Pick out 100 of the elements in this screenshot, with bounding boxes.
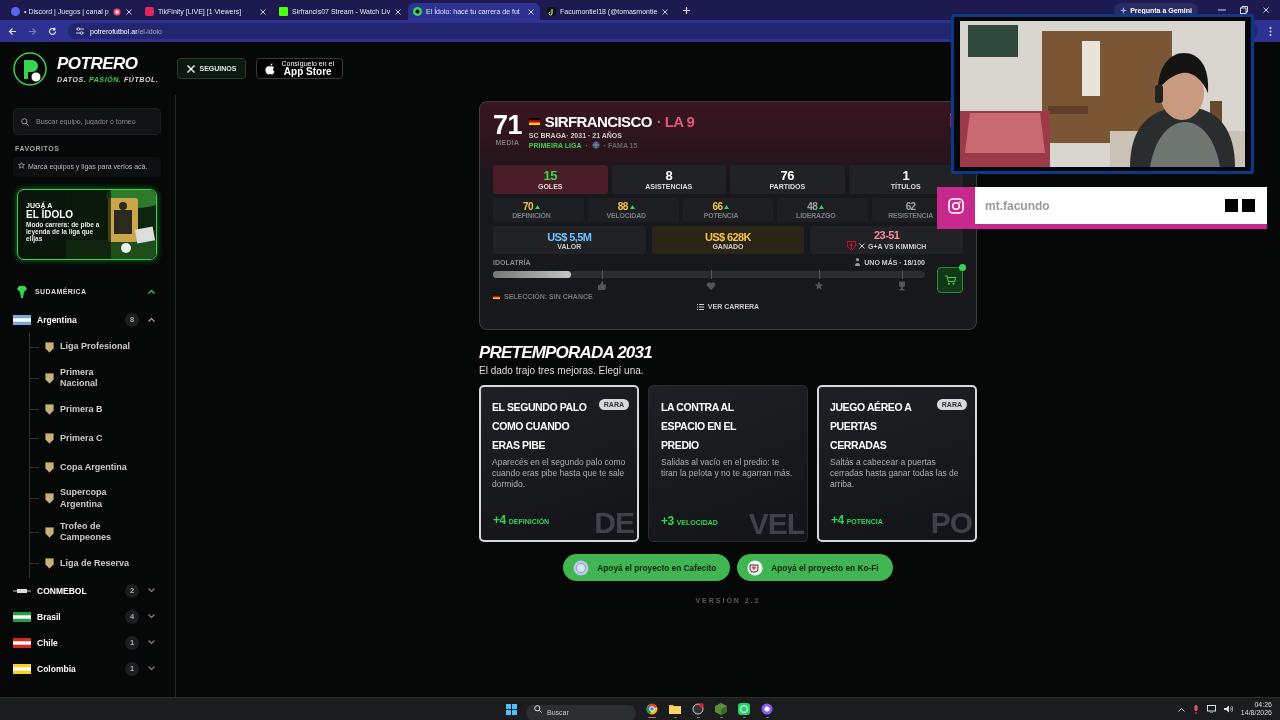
upgrade-description: Salidas al vacío en el predio: te tiran la pelota y no te agarran más.: [661, 457, 794, 479]
shield-icon: [45, 373, 54, 384]
finance-value: US$ 628K: [705, 230, 751, 243]
attribute-value: 66: [712, 201, 723, 212]
club-crest-icon: [847, 241, 856, 251]
league-name[interactable]: Trofeo de Campeones: [60, 520, 132, 544]
league-name[interactable]: Primera C: [60, 432, 132, 445]
apple-icon: [265, 62, 276, 75]
list-icon: [696, 303, 704, 310]
close-icon[interactable]: [661, 7, 670, 16]
close-icon[interactable]: [394, 7, 403, 16]
shield-icon: [45, 341, 54, 353]
favicon-icon: [413, 7, 422, 16]
flag-icon: [13, 663, 31, 674]
support-button[interactable]: Apoyá el proyecto en Cafecito: [563, 554, 731, 581]
shield-icon: [45, 404, 54, 416]
shield-icon: [45, 462, 54, 474]
close-icon[interactable]: [527, 7, 535, 16]
site-settings-icon[interactable]: [76, 27, 84, 35]
league-name[interactable]: Liga Profesional: [60, 341, 132, 354]
coffee-cup-icon: [747, 559, 764, 576]
country-name[interactable]: Chile: [37, 637, 119, 648]
close-icon[interactable]: [259, 7, 267, 16]
restore-icon[interactable]: [1240, 6, 1248, 14]
microphone-icon[interactable]: [1192, 704, 1199, 714]
shield-icon: [45, 557, 54, 569]
star-icon: [18, 162, 25, 169]
speaker-icon[interactable]: [1223, 705, 1233, 713]
league-name[interactable]: Supercopa Argentina: [60, 487, 132, 511]
attribute-value: 88: [617, 201, 628, 212]
chevron-icon[interactable]: [148, 317, 155, 323]
rating-value: 71: [493, 111, 522, 139]
league-name[interactable]: Primera B: [60, 403, 132, 416]
finance-value: US$ 5,5M: [547, 230, 592, 243]
bonus-value: +3: [661, 514, 674, 528]
upgrade-description: Aparecés en el segundo palo como cuando eras pibe hasta que te sale dormido.: [492, 457, 627, 490]
minimize-icon[interactable]: [1218, 6, 1226, 14]
close-icon[interactable]: [125, 7, 133, 16]
logo-name: POTRERO: [57, 54, 139, 74]
network-icon[interactable]: [1206, 705, 1216, 713]
app-icon: [761, 703, 773, 715]
country-name[interactable]: CONMEBOL: [37, 585, 119, 596]
menu-icon[interactable]: [1269, 26, 1272, 36]
taskbar-app[interactable]: [691, 700, 705, 718]
favicon-icon: [279, 7, 288, 16]
support-button[interactable]: Apoyá el proyecto en Ko-Fi: [737, 554, 893, 581]
globe-icon: [591, 141, 600, 149]
upgrade-title: JUEGO AÉREO A PUERTAS CERRADAS: [830, 400, 913, 453]
start-icon[interactable]: [506, 703, 517, 715]
continent-icon: [17, 285, 27, 298]
person-icon: [855, 258, 861, 266]
milestone-star-icon: [814, 281, 825, 291]
attribute-value: 48: [807, 201, 818, 212]
country-name[interactable]: Colombia: [37, 663, 119, 674]
shop-button[interactable]: [937, 267, 963, 293]
milestone-thumb-icon: [597, 281, 608, 291]
taskbar-app[interactable]: [737, 700, 751, 718]
flag-icon: [528, 118, 540, 125]
chevron-icon[interactable]: [148, 614, 155, 620]
country-name[interactable]: Brasil: [37, 611, 119, 622]
chevron-icon[interactable]: [148, 640, 155, 646]
reload-icon[interactable]: [48, 26, 57, 36]
stat-value: 8: [665, 169, 673, 183]
attribute-value: 62: [905, 201, 916, 212]
bonus-value: +4: [831, 513, 844, 527]
close-icon[interactable]: [1262, 6, 1270, 14]
flag-icon: [13, 637, 31, 648]
sparkle-icon: [1120, 6, 1128, 14]
country-name[interactable]: Argentina: [37, 314, 119, 325]
cart-icon: [944, 275, 956, 285]
league-name[interactable]: Liga de Reserva: [60, 557, 132, 570]
new-tab-icon[interactable]: [682, 6, 691, 15]
section-title: PRETEMPORADA 2031: [479, 343, 653, 363]
stat-value: 15: [543, 169, 557, 183]
chevron-icon[interactable]: [148, 666, 155, 672]
league-name[interactable]: Copa Argentina: [60, 461, 132, 474]
instagram-icon: [948, 197, 964, 214]
forward-icon[interactable]: [28, 26, 37, 36]
app-icon: [715, 703, 727, 715]
milestone-trophy-icon: [897, 281, 908, 291]
chevron-up-icon[interactable]: [1177, 706, 1185, 712]
league-name[interactable]: Primera Nacional: [60, 366, 132, 391]
stat-value: 76: [780, 169, 794, 183]
upgrade-description: Saltás a cabecear a puertas cerradas hasta ganar todas las de arriba.: [830, 457, 960, 490]
favicon-icon: [547, 7, 556, 16]
flag-icon: [493, 294, 500, 299]
app-icon: [669, 703, 681, 715]
favicon-icon: [145, 7, 154, 16]
x-logo-icon: [186, 64, 195, 73]
app-icon: [738, 703, 750, 715]
search-icon: [534, 705, 542, 713]
flag-icon: [13, 314, 31, 325]
chevron-icon[interactable]: [148, 588, 155, 594]
attribute-value: 70: [522, 201, 533, 212]
upgrade-title: LA CONTRA AL ESPACIO EN EL PREDIO: [661, 400, 737, 453]
squares-icon: [1225, 199, 1255, 212]
shield-icon: [45, 433, 54, 445]
upgrade-title: EL SEGUNDO PALO COMO CUANDO ERAS PIBE: [492, 400, 588, 453]
back-icon[interactable]: [8, 26, 17, 36]
chevron-icon[interactable]: [148, 289, 155, 295]
